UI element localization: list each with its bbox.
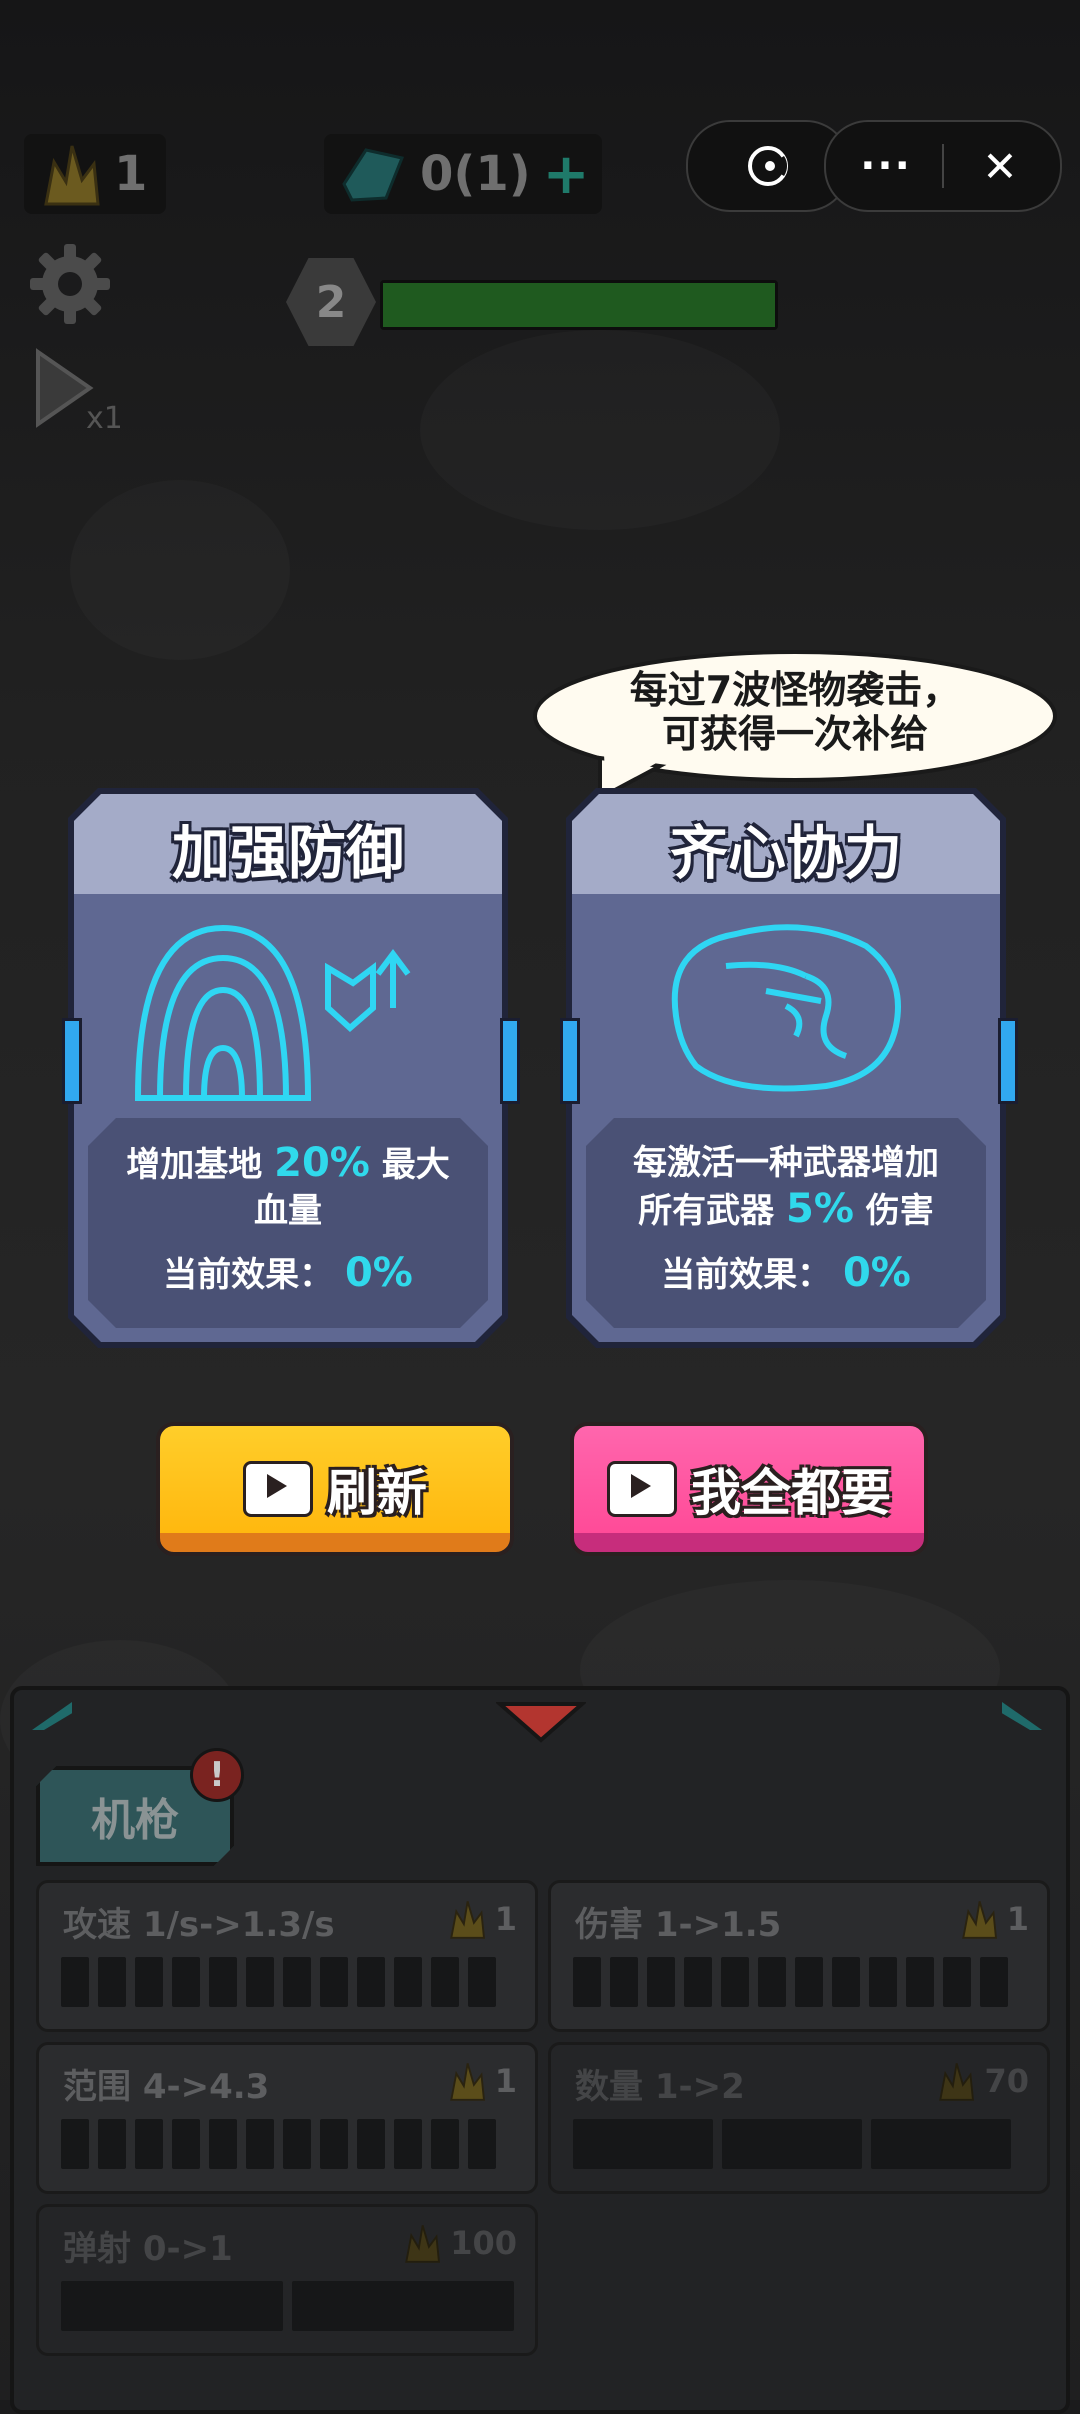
shield-dome-icon (134, 924, 411, 1101)
speech-line-1: 每过7波怪物袭击， (629, 668, 961, 712)
stat-attack-speed[interactable]: 攻速 1/s->1.3/s 1 (36, 1880, 538, 2032)
stat-label: 攻速 1/s->1.3/s (63, 1905, 335, 1945)
stat-label: 伤害 1->1.5 (575, 1905, 782, 1945)
settings-gear-icon[interactable] (26, 240, 114, 328)
stat-damage[interactable]: 伤害 1->1.5 1 (548, 1880, 1050, 2032)
refresh-button[interactable]: 刷新 (156, 1422, 514, 1556)
current-effect: 当前效果： 0% (88, 1250, 488, 1298)
effect-value: 0% (842, 1250, 911, 1296)
wave-number: 2 (315, 276, 347, 328)
card-side-tab-right (998, 1018, 1018, 1104)
stat-cost: 70 (934, 2059, 1029, 2103)
gold-crystal-icon (449, 1901, 485, 1939)
stat-cost: 100 (400, 2221, 517, 2265)
gem-count: 0(1) (420, 146, 531, 202)
weapon-tab-label: 机枪 (91, 1795, 179, 1846)
card-title: 加强防御 (171, 819, 404, 887)
background-tree (70, 480, 290, 660)
speech-line-2: 可获得一次补给 (661, 712, 928, 756)
desc-text: 最大 (381, 1145, 450, 1185)
speech-bubble-text: 每过7波怪物袭击， 可获得一次补给 (540, 668, 1050, 756)
handshake-icon (671, 924, 901, 1092)
desc-text: 所有武器 (638, 1191, 775, 1231)
cost-value: 70 (984, 2062, 1029, 2100)
gold-crystal-icon (961, 1901, 997, 1939)
gold-crystal-icon (44, 145, 100, 206)
gold-crystal-icon (939, 2063, 975, 2101)
stat-label: 弹射 0->1 (63, 2229, 233, 2269)
take-all-button[interactable]: 我全都要 (570, 1422, 928, 1556)
card-description: 每激活一种武器增加 所有武器 5% 伤害 (586, 1140, 986, 1234)
effect-label: 当前效果： (163, 1255, 334, 1295)
gold-crystal-icon (405, 2225, 441, 2263)
desc-text: 增加基地 (126, 1145, 263, 1185)
video-ad-icon (607, 1461, 677, 1517)
level-segments (573, 2119, 1011, 2169)
background-rock (420, 330, 780, 530)
refresh-label: 刷新 (327, 1464, 427, 1522)
cost-value: 1 (1006, 1900, 1029, 1938)
cost-value: 1 (494, 1900, 517, 1938)
card-side-tab-left (560, 1018, 580, 1104)
desc-text: 每激活一种武器增加 (633, 1143, 939, 1183)
stat-label: 数量 1->2 (575, 2067, 745, 2107)
gold-counter: 1 (24, 134, 166, 214)
effect-value: 0% (344, 1250, 413, 1296)
stat-cost: 1 (957, 1897, 1029, 1941)
wave-progress-fill (383, 283, 775, 327)
desc-value: 5% (786, 1186, 854, 1232)
level-segments (61, 2119, 496, 2169)
gold-crystal-icon (449, 2063, 485, 2101)
more-button[interactable]: ··· (830, 143, 942, 189)
level-segments (61, 1957, 496, 2007)
level-segments (573, 1957, 1008, 2007)
wave-progress-bar (380, 280, 778, 330)
stat-range[interactable]: 范围 4->4.3 1 (36, 2042, 538, 2194)
card-title: 齐心协力 (669, 819, 902, 887)
gold-count: 1 (114, 146, 148, 202)
take-all-label: 我全都要 (691, 1464, 891, 1522)
game-center-icon (748, 146, 788, 186)
cost-value: 100 (450, 2224, 517, 2262)
upgrade-card-teamwork[interactable]: 齐心协力 每激活一种武器增加 所有武器 5% 伤害 当前效果： 0% (560, 788, 1018, 1348)
alert-badge: ! (190, 1748, 244, 1802)
desc-value: 20% (274, 1140, 370, 1186)
card-side-tab-right (500, 1018, 520, 1104)
upgrade-card-defense[interactable]: 加强防御 增加基地 20% 最大 血量 当前效果： 0% (62, 788, 520, 1348)
gem-icon (342, 148, 405, 202)
add-gem-button[interactable]: + (543, 142, 590, 207)
alert-icon: ! (209, 1755, 225, 1795)
collapse-arrow-icon[interactable] (496, 1700, 586, 1744)
desc-text: 血量 (254, 1191, 322, 1231)
effect-label: 当前效果： (661, 1255, 832, 1295)
cost-value: 1 (494, 2062, 517, 2100)
card-description: 增加基地 20% 最大 血量 (88, 1140, 488, 1234)
video-ad-icon (243, 1461, 313, 1517)
desc-text: 伤害 (865, 1191, 934, 1231)
card-side-tab-left (62, 1018, 82, 1104)
stat-count[interactable]: 数量 1->2 70 (548, 2042, 1050, 2194)
level-segments (61, 2281, 514, 2331)
stat-label: 范围 4->4.3 (63, 2067, 270, 2107)
current-effect: 当前效果： 0% (586, 1250, 986, 1298)
stat-cost: 1 (445, 2059, 517, 2103)
mini-program-capsule: ··· ✕ (824, 120, 1062, 212)
svg-text:x1: x1 (86, 401, 120, 436)
stat-cost: 1 (445, 1897, 517, 1941)
gem-counter: 0(1) + (324, 134, 602, 214)
close-button[interactable]: ✕ (944, 142, 1056, 191)
stat-bounce[interactable]: 弹射 0->1 100 (36, 2204, 538, 2356)
speed-x1-icon[interactable]: x1 (30, 346, 120, 436)
